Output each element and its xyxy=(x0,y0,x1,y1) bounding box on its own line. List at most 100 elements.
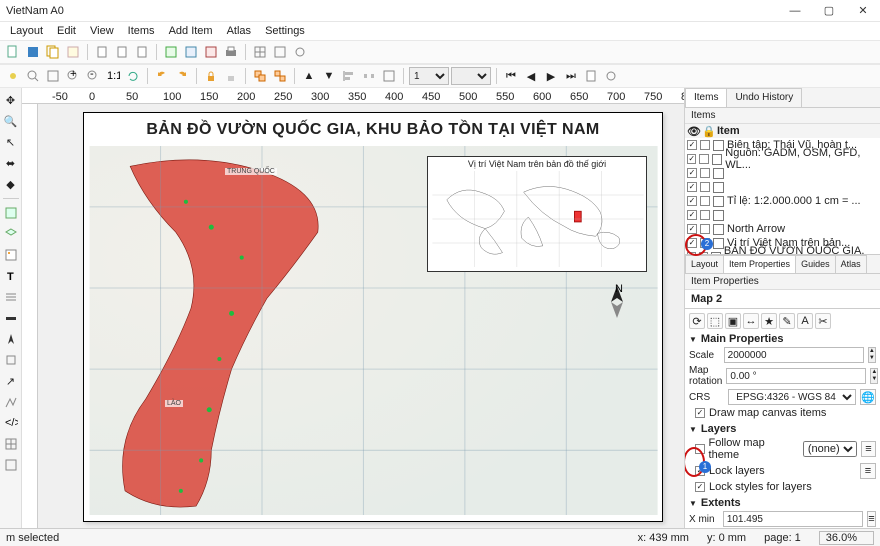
xmin-input[interactable] xyxy=(723,511,863,527)
scale-input[interactable] xyxy=(724,347,864,363)
window-maximize-button[interactable]: ▢ xyxy=(812,0,846,22)
edit-nodes-icon[interactable]: ◆ xyxy=(1,174,21,194)
add-legend-icon[interactable] xyxy=(1,287,21,307)
group-icon[interactable] xyxy=(251,67,269,85)
item-visible-checkbox[interactable] xyxy=(687,238,697,248)
export-image-icon[interactable] xyxy=(162,43,180,61)
items-list[interactable]: 👁 🔒 Item Biên tập: Thái Vũ, hoàn t...Ngu… xyxy=(685,124,880,254)
zoom-icon[interactable] xyxy=(24,67,42,85)
xmin-dd-icon[interactable]: ≡ xyxy=(867,511,876,527)
tab-undo-history[interactable]: Undo History xyxy=(726,88,802,107)
add-map-icon[interactable] xyxy=(1,203,21,223)
add-label-icon[interactable]: T xyxy=(1,266,21,286)
item-visible-checkbox[interactable] xyxy=(687,154,696,164)
zoom-out-icon[interactable]: - xyxy=(84,67,102,85)
follow-theme-select[interactable]: (none) xyxy=(803,441,857,457)
rotation-input[interactable] xyxy=(726,368,866,384)
item-lock-checkbox[interactable] xyxy=(700,140,710,150)
file3-icon[interactable] xyxy=(133,43,151,61)
tab-atlas[interactable]: Atlas xyxy=(835,255,867,273)
pan-tool-icon[interactable]: ✥ xyxy=(1,90,21,110)
align-dist-icon[interactable] xyxy=(360,67,378,85)
add-3dmap-icon[interactable] xyxy=(1,224,21,244)
atlas-settings-icon[interactable] xyxy=(602,67,620,85)
tab-guides[interactable]: Guides xyxy=(795,255,836,273)
item-visible-checkbox[interactable] xyxy=(687,210,697,220)
draw-canvas-checkbox[interactable] xyxy=(695,408,705,418)
main-map-frame[interactable]: TRUNG QUỐC LÀO N Vị trí Việt Nam trên bả… xyxy=(94,149,654,513)
add-picture-icon[interactable] xyxy=(1,245,21,265)
crs-select[interactable]: EPSG:4326 - WGS 84 xyxy=(728,389,856,405)
add-shape-icon[interactable] xyxy=(1,350,21,370)
duplicate-layout-icon[interactable] xyxy=(44,43,62,61)
item-visible-checkbox[interactable] xyxy=(687,140,697,150)
item-properties-body[interactable]: ⟳ ⬚ ▣ ↔ ★ ✎ A ✂ Main Properties Scale▲▼ … xyxy=(685,309,880,528)
move-content-icon[interactable]: ⬌ xyxy=(1,153,21,173)
zoom-full-icon[interactable] xyxy=(44,67,62,85)
item-visible-checkbox[interactable] xyxy=(687,182,697,192)
raise-icon[interactable]: ▲ xyxy=(300,67,318,85)
add-table-icon[interactable] xyxy=(1,434,21,454)
atlas-export-icon[interactable] xyxy=(582,67,600,85)
item-lock-checkbox[interactable] xyxy=(700,168,710,178)
refresh-icon[interactable] xyxy=(124,67,142,85)
update-preview-icon[interactable]: ⟳ xyxy=(689,313,705,329)
select-tool-icon[interactable]: ↖ xyxy=(1,132,21,152)
file2-icon[interactable] xyxy=(113,43,131,61)
follow-theme-checkbox[interactable] xyxy=(695,444,705,454)
align-left-icon[interactable] xyxy=(340,67,358,85)
follow-theme-dd-icon[interactable]: ≡ xyxy=(861,441,876,457)
add-scalebar-icon[interactable] xyxy=(1,308,21,328)
tab-item-properties[interactable]: Item Properties xyxy=(723,255,796,273)
crs-picker-icon[interactable]: 🌐 xyxy=(860,389,876,405)
zoom-tool-icon[interactable]: 🔍 xyxy=(1,111,21,131)
item-lock-checkbox[interactable] xyxy=(699,154,708,164)
add-arrow-icon[interactable]: ↗ xyxy=(1,371,21,391)
item-row[interactable]: North Arrow xyxy=(685,222,880,236)
clip-icon[interactable]: ✂ xyxy=(815,313,831,329)
labeling-icon[interactable]: A xyxy=(797,313,813,329)
zoom-in-icon[interactable]: + xyxy=(64,67,82,85)
map-title-label[interactable]: BẢN ĐỒ VƯỜN QUỐC GIA, KHU BẢO TỒN TẠI VI… xyxy=(90,121,656,139)
item-row[interactable]: Tỉ lệ: 1:2.000.000 1 cm = ... xyxy=(685,194,880,208)
menu-atlas[interactable]: Atlas xyxy=(221,23,257,39)
item-lock-checkbox[interactable] xyxy=(700,196,710,206)
lock-layers-dd-icon[interactable]: ≡ xyxy=(860,463,876,479)
atlas-first-icon[interactable]: ⏮ xyxy=(502,67,520,85)
inset-world-map[interactable]: Vị trí Việt Nam trên bản đồ thế giới xyxy=(427,156,647,272)
menu-settings[interactable]: Settings xyxy=(259,23,311,39)
status-zoom[interactable]: 36.0% xyxy=(819,531,874,545)
grid2-icon[interactable] xyxy=(271,43,289,61)
export-pdf-icon[interactable] xyxy=(202,43,220,61)
atlas-prev-icon[interactable]: ◀ xyxy=(522,67,540,85)
item-row[interactable]: Nguồn: GADM, OSM, GFD, WL... xyxy=(685,152,880,166)
item-visible-checkbox[interactable] xyxy=(687,168,697,178)
file1-icon[interactable] xyxy=(93,43,111,61)
bookmark-extent-icon[interactable]: ★ xyxy=(761,313,777,329)
item-visible-checkbox[interactable] xyxy=(687,196,697,206)
export-svg-icon[interactable] xyxy=(182,43,200,61)
menu-items[interactable]: Items xyxy=(122,23,161,39)
resize-icon[interactable] xyxy=(380,67,398,85)
lock-icon[interactable] xyxy=(202,67,220,85)
save-icon[interactable] xyxy=(24,43,42,61)
menu-add-item[interactable]: Add Item xyxy=(163,23,219,39)
item-lock-checkbox[interactable] xyxy=(700,182,710,192)
ungroup-icon[interactable] xyxy=(271,67,289,85)
unlock-icon[interactable] xyxy=(222,67,240,85)
lock-styles-checkbox[interactable] xyxy=(695,482,705,492)
section-layers[interactable]: Layers xyxy=(689,423,876,435)
view-extent-icon[interactable]: ▣ xyxy=(725,313,741,329)
item-lock-checkbox[interactable] xyxy=(700,210,710,220)
print-icon[interactable] xyxy=(222,43,240,61)
undo-icon[interactable] xyxy=(153,67,171,85)
set-scale-icon[interactable]: ↔ xyxy=(743,313,759,329)
window-minimize-button[interactable]: — xyxy=(778,0,812,22)
lower-icon[interactable]: ▼ xyxy=(320,67,338,85)
menu-edit[interactable]: Edit xyxy=(51,23,82,39)
item-row[interactable] xyxy=(685,180,880,194)
atlas-last-icon[interactable]: ⏭ xyxy=(562,67,580,85)
item-visible-checkbox[interactable] xyxy=(687,224,697,234)
settings-icon[interactable] xyxy=(291,43,309,61)
layout-page[interactable]: BẢN ĐỒ VƯỜN QUỐC GIA, KHU BẢO TỒN TẠI VI… xyxy=(83,112,663,522)
